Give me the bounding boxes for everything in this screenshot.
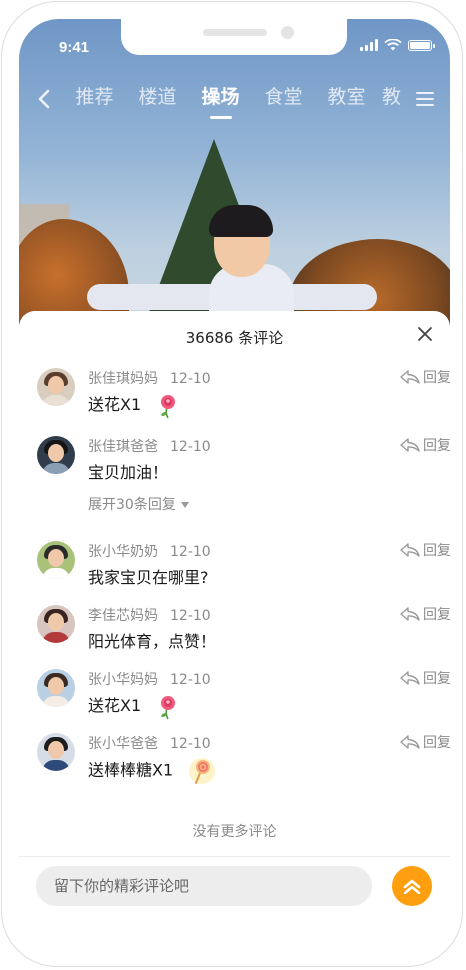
reply-button[interactable]: 回复 [400,367,450,387]
status-icons [360,39,435,51]
avatar[interactable] [37,669,75,707]
reply-icon [400,370,420,384]
status-time: 9:41 [59,39,90,56]
comment-input[interactable]: 留下你的精彩评论吧 [36,866,372,906]
comment-date: 12-10 [170,736,211,752]
tab-classroom[interactable]: 教室 [315,83,378,111]
reply-label: 回复 [423,370,450,386]
no-more-comments: 没有更多评论 [192,824,277,840]
avatar[interactable] [37,541,75,579]
comment-text: 送花X1 [88,395,142,414]
back-chevron-icon[interactable] [37,89,51,109]
signal-icon [360,39,378,51]
comments-sheet: 36686 条评论 张佳琪妈妈 12-10 送花X1 回复 张佳琪爸爸 12-1… [19,311,450,955]
chevron-up-icon [403,879,421,894]
comment-date: 12-10 [170,608,211,624]
tab-corridor[interactable]: 楼道 [126,83,189,111]
comment-author: 张佳琪爸爸 [88,439,158,455]
wifi-icon [384,39,402,51]
comment-text: 送花X1 [88,696,142,715]
menu-icon[interactable] [416,91,434,107]
tab-recommend[interactable]: 推荐 [63,83,126,111]
caret-down-icon [180,502,189,508]
tab-canteen[interactable]: 食堂 [252,83,315,111]
comment-text: 我家宝贝在哪里? [88,568,209,587]
reply-button[interactable]: 回复 [400,540,450,560]
avatar[interactable] [37,368,75,406]
close-icon[interactable] [417,326,433,342]
tab-playground[interactable]: 操场 [189,83,252,119]
reply-button[interactable]: 回复 [400,668,450,688]
reply-button[interactable]: 回复 [400,435,450,455]
battery-icon [408,39,435,51]
reply-icon [400,671,420,685]
reply-label: 回复 [423,607,450,623]
screen: 9:41 推荐 楼道 操场 食堂 教室 教 36686 条评论 张佳琪妈妈 12… [19,19,450,955]
reply-button[interactable]: 回复 [400,732,450,752]
comment-author: 张佳琪妈妈 [88,371,158,387]
comment-date: 12-10 [170,439,211,455]
comment-author: 张小华奶奶 [88,544,158,560]
divider [19,856,450,857]
background-photo [19,19,450,359]
reply-icon [400,607,420,621]
phone-frame: 9:41 推荐 楼道 操场 食堂 教室 教 36686 条评论 张佳琪妈妈 12… [1,1,463,967]
flower-icon [161,394,176,418]
reply-icon [400,735,420,749]
expand-replies-label: 展开30条回复 [88,497,176,513]
comment-author: 张小华爸爸 [88,736,158,752]
reply-label: 回复 [423,438,450,454]
reply-label: 回复 [423,543,450,559]
comment-date: 12-10 [170,544,211,560]
reply-button[interactable]: 回复 [400,604,450,624]
comment-text: 送棒棒糖X1 [88,760,174,780]
comment-text: 阳光体育，点赞！ [88,632,217,651]
avatar[interactable] [37,436,75,474]
flower-icon [161,695,176,719]
tab-partial[interactable]: 教 [378,83,410,111]
comment-author: 张小华妈妈 [88,672,158,688]
comment-date: 12-10 [170,672,211,688]
lollipop-icon [189,758,216,784]
avatar[interactable] [37,605,75,643]
top-nav: 推荐 楼道 操场 食堂 教室 教 [19,83,450,119]
comment-text: 宝贝加油！ [88,463,169,482]
send-button[interactable] [392,866,432,906]
reply-label: 回复 [423,735,450,751]
tab-bar: 推荐 楼道 操场 食堂 教室 教 [63,83,410,119]
comment-author: 李佳芯妈妈 [88,608,158,624]
avatar[interactable] [37,733,75,771]
comments-count-title: 36686 条评论 [185,329,284,347]
expand-replies-button[interactable]: 展开30条回复 [88,494,189,514]
reply-icon [400,543,420,557]
reply-label: 回复 [423,671,450,687]
comment-date: 12-10 [170,371,211,387]
notch [121,19,347,55]
reply-icon [400,438,420,452]
